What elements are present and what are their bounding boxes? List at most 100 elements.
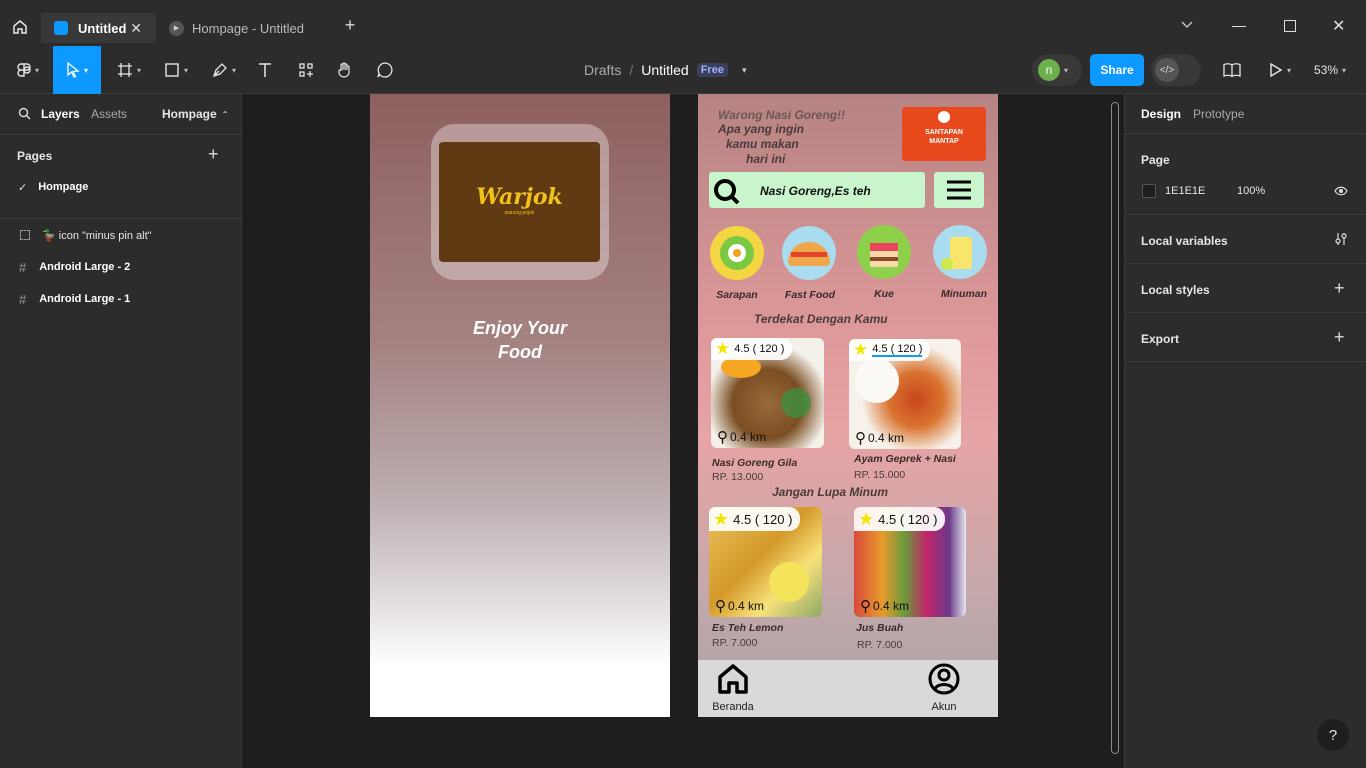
- search-layers-button[interactable]: [18, 107, 31, 125]
- bg-color-hex[interactable]: 1E1E1E: [1165, 185, 1205, 197]
- hand-tool-button[interactable]: [330, 46, 360, 94]
- share-button[interactable]: Share: [1090, 54, 1144, 86]
- hamburger-icon: [947, 180, 971, 200]
- category-minuman[interactable]: [933, 225, 987, 279]
- logo-subtext: warung pojok: [504, 210, 535, 216]
- badge-line1: SANTAPAN: [925, 129, 963, 136]
- play-icon: [1270, 62, 1283, 78]
- user-account-icon: [928, 663, 960, 695]
- breadcrumb-drafts[interactable]: Drafts: [584, 62, 621, 78]
- location-pin-icon: ⚲: [715, 598, 726, 615]
- bg-color-swatch[interactable]: [1142, 184, 1156, 198]
- nav-akun[interactable]: Akun: [924, 662, 964, 716]
- category-kue[interactable]: [857, 225, 911, 279]
- search-bar[interactable]: Nasi Goreng,Es teh: [709, 172, 925, 208]
- search-icon: [18, 107, 31, 120]
- page-selector[interactable]: Hompage ⌃: [162, 107, 228, 121]
- add-export-icon[interactable]: +: [1334, 327, 1345, 348]
- item-price: RP. 7.000: [857, 639, 903, 651]
- text-tool-button[interactable]: [250, 46, 280, 94]
- greeting-line3: kamu makan: [726, 137, 799, 151]
- move-tool-button[interactable]: ▾: [53, 46, 101, 94]
- add-page-button[interactable]: +: [208, 144, 219, 165]
- star-icon: ★: [858, 508, 875, 529]
- tab-layers[interactable]: Layers: [41, 107, 80, 121]
- hand-icon: [338, 62, 350, 78]
- distance: ⚲ 0.4 km: [715, 597, 764, 615]
- page-item-hompage[interactable]: ✓ Hompage: [0, 174, 241, 200]
- layer-label: Android Large - 1: [39, 293, 131, 305]
- nav-beranda[interactable]: Beranda: [710, 662, 756, 716]
- canvas-scrollbar[interactable]: [1111, 102, 1119, 754]
- food-card-nasi-goreng[interactable]: ★ 4.5 ( 120 ) ⚲ 0.4 km: [711, 338, 824, 448]
- pages-title: Pages: [17, 149, 53, 163]
- tab-assets[interactable]: Assets: [91, 107, 127, 121]
- add-style-icon[interactable]: +: [1334, 278, 1345, 299]
- section-near-title: Terdekat Dengan Kamu: [754, 312, 888, 326]
- help-button[interactable]: ?: [1317, 719, 1349, 751]
- layer-item-icon-component[interactable]: 🦆 icon "minus pin alt": [0, 224, 241, 246]
- resources-button[interactable]: [291, 46, 321, 94]
- canvas[interactable]: Warjok warung pojok Enjoy Your Food Waro…: [242, 94, 1124, 768]
- tab-untitled[interactable]: Untitled ✕: [41, 13, 156, 43]
- check-icon: ✓: [18, 181, 28, 194]
- eye-icon[interactable]: [1334, 185, 1348, 197]
- layer-item-android-large-2[interactable]: # Android Large - 2: [0, 256, 241, 278]
- variables-sliders-icon[interactable]: [1334, 232, 1348, 246]
- menu-button[interactable]: [934, 172, 984, 208]
- frame-tool-button[interactable]: ▾: [108, 46, 150, 94]
- file-name[interactable]: Untitled: [641, 62, 688, 78]
- avatar: n: [1038, 59, 1060, 81]
- frame-android-large-1[interactable]: Warjok warung pojok Enjoy Your Food: [370, 94, 670, 717]
- pen-tool-button[interactable]: ▾: [203, 46, 245, 94]
- main-menu-button[interactable]: ▾: [8, 46, 48, 94]
- home-button[interactable]: [0, 8, 40, 46]
- tab-hompage[interactable]: ▶ Hompage - Untitled: [160, 13, 340, 43]
- close-icon[interactable]: ✕: [130, 20, 142, 37]
- toolbar: ▾ ▾ ▾ ▾ ▾ Drafts / Untitled Free ▾ n ▾ S…: [0, 46, 1366, 94]
- bg-opacity[interactable]: 100%: [1237, 185, 1265, 197]
- location-pin-icon: ⚲: [717, 429, 728, 446]
- zoom-dropdown[interactable]: 53% ▾: [1306, 46, 1354, 94]
- distance: ⚲ 0.4 km: [717, 428, 766, 446]
- export-title: Export: [1141, 332, 1180, 346]
- tab-label: Untitled: [78, 20, 127, 36]
- rating-pill: ★ 4.5 ( 120 ): [711, 338, 793, 360]
- food-card-ayam-geprek[interactable]: ★ 4.5 ( 120 ) ⚲ 0.4 km: [849, 339, 961, 449]
- figma-file-icon: [54, 21, 68, 35]
- layer-item-android-large-1[interactable]: # Android Large - 1: [0, 288, 241, 310]
- library-button[interactable]: [1218, 46, 1246, 94]
- frame-android-large-2[interactable]: Warong Nasi Goreng!! Apa yang ingin kamu…: [698, 94, 998, 717]
- file-menu-chevron-icon[interactable]: ▾: [742, 65, 747, 76]
- prototype-play-icon: ▶: [169, 20, 184, 36]
- drink-card-jus-buah[interactable]: ★ 4.5 ( 120 ) ⚲ 0.4 km: [854, 507, 966, 617]
- present-button[interactable]: ▾: [1262, 46, 1298, 94]
- logo-text: Warjok: [476, 184, 563, 210]
- comment-tool-button[interactable]: [370, 46, 400, 94]
- window-close-button[interactable]: ✕: [1332, 16, 1345, 36]
- dev-mode-toggle[interactable]: </>: [1151, 54, 1201, 86]
- item-name: Nasi Goreng Gila: [712, 457, 798, 469]
- item-name: Ayam Geprek + Nasi: [854, 453, 956, 465]
- rectangle-icon: [165, 63, 179, 77]
- user-avatar-menu[interactable]: n ▾: [1032, 54, 1082, 86]
- new-tab-button[interactable]: +: [340, 15, 360, 39]
- maximize-button[interactable]: [1284, 20, 1296, 32]
- chef-icon: [938, 111, 950, 123]
- local-variables-section[interactable]: Local variables: [1125, 215, 1366, 264]
- distance-text: 0.4 km: [730, 430, 767, 444]
- distance-text: 0.4 km: [728, 599, 765, 613]
- category-sarapan[interactable]: [710, 226, 764, 280]
- tab-label: Hompage - Untitled: [192, 20, 304, 36]
- breadcrumb: Drafts / Untitled Free ▾: [584, 60, 746, 80]
- drink-card-es-teh-lemon[interactable]: ★ 4.5 ( 120 ) ⚲ 0.4 km: [709, 507, 822, 617]
- category-fast-food[interactable]: [782, 226, 836, 280]
- tagline-line1: Enjoy Your: [472, 318, 568, 338]
- page-selector-label: Hompage: [162, 107, 217, 121]
- export-section[interactable]: Export +: [1125, 313, 1366, 362]
- local-styles-section[interactable]: Local styles +: [1125, 264, 1366, 313]
- tabs-dropdown-icon[interactable]: [1180, 17, 1198, 37]
- shape-tool-button[interactable]: ▾: [155, 46, 197, 94]
- logo-card: Warjok warung pojok: [431, 124, 609, 280]
- minimize-button[interactable]: [1232, 26, 1246, 27]
